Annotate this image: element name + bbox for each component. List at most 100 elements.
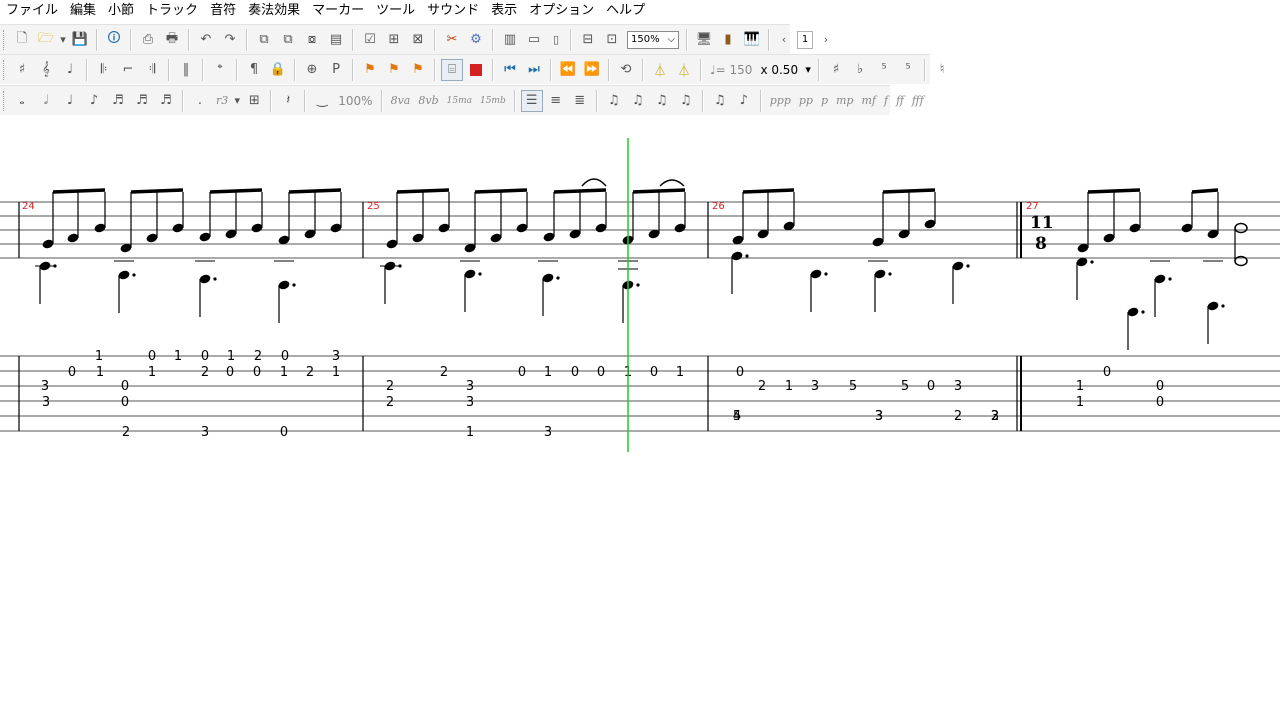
tab-number[interactable]: 3 bbox=[991, 409, 999, 424]
octave-15ma-button[interactable]: 15ma bbox=[444, 90, 475, 112]
tab-number[interactable]: 0 bbox=[280, 425, 288, 440]
fit-width-icon[interactable]: ⊡ bbox=[601, 29, 623, 51]
tab-number[interactable]: 0 bbox=[1156, 379, 1164, 394]
tab-number[interactable]: 1 bbox=[466, 425, 474, 440]
menu-sound[interactable]: サウンド bbox=[421, 0, 485, 22]
tab-number[interactable]: 1 bbox=[676, 365, 684, 380]
sixteenth-note-icon[interactable]: ♬ bbox=[107, 90, 129, 112]
direction-coda-icon[interactable]: 𝄌 bbox=[209, 59, 231, 81]
fretboard-icon[interactable]: ▮ bbox=[717, 29, 739, 51]
tab-number[interactable]: 5 bbox=[901, 379, 909, 394]
score-view[interactable]: 24 25 26 27 11 8 01012010013023101201201… bbox=[0, 116, 1280, 720]
triplet-select[interactable]: r3 bbox=[213, 90, 231, 112]
split-beam-icon[interactable]: ♫ bbox=[651, 90, 673, 112]
fast-forward-icon[interactable]: ⏩ bbox=[581, 59, 603, 81]
semitone-down-icon[interactable]: ⁵ bbox=[897, 59, 919, 81]
tab-number[interactable]: 3 bbox=[332, 349, 340, 364]
velocity-percent[interactable]: 100% bbox=[335, 90, 375, 112]
tab-number[interactable]: 2 bbox=[122, 425, 130, 440]
loop-icon[interactable]: ⟲ bbox=[615, 59, 637, 81]
tuplet-icon[interactable]: ⊞ bbox=[243, 90, 265, 112]
tab-number[interactable]: 0 bbox=[281, 349, 289, 364]
go-to-end-icon[interactable]: ⏭ bbox=[523, 59, 545, 81]
paste-bar-icon[interactable]: ⧇ bbox=[301, 29, 323, 51]
tab-number[interactable]: 1 bbox=[1076, 379, 1084, 394]
tab-number[interactable]: 0 bbox=[597, 365, 605, 380]
tab-number[interactable]: 1 bbox=[227, 349, 235, 364]
join-beam-icon[interactable]: ♫ bbox=[627, 90, 649, 112]
time-signature-icon[interactable]: ♩ bbox=[59, 59, 81, 81]
stop-icon[interactable] bbox=[465, 59, 487, 81]
beam-auto-icon[interactable]: ☰ bbox=[520, 89, 543, 112]
go-to-start-icon[interactable]: ⏮ bbox=[499, 59, 521, 81]
menu-note[interactable]: 音符 bbox=[204, 0, 242, 22]
flag-yellow-icon[interactable]: ⚑ bbox=[407, 59, 429, 81]
menu-tools[interactable]: ツール bbox=[370, 0, 421, 22]
tab-number[interactable]: 0 bbox=[253, 365, 261, 380]
stem-flip-icon[interactable]: ♪ bbox=[733, 90, 755, 112]
fit-page-icon[interactable]: ⊟ bbox=[577, 29, 599, 51]
undo-icon[interactable]: ↶ bbox=[195, 29, 217, 51]
add-marker-icon[interactable]: ⊕ bbox=[301, 59, 323, 81]
transpose-up-icon[interactable]: ♯ bbox=[825, 59, 847, 81]
auto-beam-icon[interactable]: ♫ bbox=[603, 90, 625, 112]
measure-number[interactable]: 26 bbox=[712, 201, 725, 212]
flag-orange-icon[interactable]: ⚑ bbox=[383, 59, 405, 81]
octave-8va-button[interactable]: 8va bbox=[388, 90, 414, 112]
tab-number[interactable]: 3 bbox=[42, 395, 50, 410]
next-page-icon[interactable]: › bbox=[817, 29, 835, 51]
semitone-up-icon[interactable]: ⁵ bbox=[873, 59, 895, 81]
print-preview-icon[interactable]: ⎙ bbox=[137, 29, 159, 51]
menu-options[interactable]: オプション bbox=[523, 0, 600, 22]
tab-number[interactable]: 0 bbox=[650, 365, 658, 380]
tab-number[interactable]: 1 bbox=[148, 365, 156, 380]
clef-icon[interactable]: 𝄞 bbox=[35, 59, 57, 81]
tab-number[interactable]: 5 bbox=[849, 379, 857, 394]
eighth-note-icon[interactable]: ♪ bbox=[83, 90, 105, 112]
rest-icon[interactable]: 𝄽 bbox=[277, 90, 299, 112]
paragraph-icon[interactable]: ¶ bbox=[243, 59, 265, 81]
tempo-display[interactable]: ♩= 150 bbox=[706, 63, 756, 77]
tab-number[interactable]: 0 bbox=[927, 379, 935, 394]
page-view-icon[interactable]: ▥ bbox=[499, 29, 521, 51]
dynamic-ppp-button[interactable]: ppp bbox=[767, 90, 794, 112]
repeat-close-icon[interactable]: 𝄇 bbox=[141, 59, 163, 81]
tab-number[interactable]: 0 bbox=[121, 379, 129, 394]
toolbar-grip[interactable] bbox=[3, 59, 7, 80]
menu-effects[interactable]: 奏法効果 bbox=[242, 0, 306, 22]
page-number-box[interactable]: 1 bbox=[797, 30, 813, 49]
score-canvas[interactable]: 24 25 26 27 11 8 01012010013023101201201… bbox=[0, 116, 1280, 720]
metronome-icon[interactable]: ⏃ bbox=[649, 59, 671, 81]
screen-view-icon[interactable]: ▭ bbox=[523, 29, 545, 51]
cut-bar-icon[interactable]: ⧉ bbox=[253, 29, 275, 51]
file-info-icon[interactable]: 🛈 bbox=[103, 29, 125, 51]
marker-list-icon[interactable]: P bbox=[325, 59, 347, 81]
loop-playback-icon[interactable]: ⌸ bbox=[441, 58, 463, 81]
time-signature-denominator[interactable]: 8 bbox=[1035, 234, 1047, 254]
repeat-open-icon[interactable]: 𝄆 bbox=[93, 59, 115, 81]
menu-edit[interactable]: 編集 bbox=[64, 0, 102, 22]
tab-number[interactable]: 1 bbox=[1076, 395, 1084, 410]
open-dropdown-icon[interactable]: ▾ bbox=[59, 29, 67, 51]
tab-number[interactable]: 2 bbox=[386, 379, 394, 394]
speed-select[interactable]: x 0.50 bbox=[756, 63, 802, 77]
tab-number[interactable]: 0 bbox=[571, 365, 579, 380]
copy-bar-icon[interactable]: ⧉ bbox=[277, 29, 299, 51]
alternate-ending-icon[interactable]: ⌐ bbox=[117, 59, 139, 81]
tab-number[interactable]: 2 bbox=[440, 365, 448, 380]
tab-number[interactable]: 0 bbox=[201, 349, 209, 364]
settings-gear-icon[interactable]: ⚙ bbox=[465, 29, 487, 51]
speed-dropdown-icon[interactable]: ▾ bbox=[803, 59, 813, 81]
tab-number[interactable]: 3 bbox=[875, 409, 883, 424]
sixty-fourth-note-icon[interactable]: ♬ bbox=[155, 90, 177, 112]
mixer-icon[interactable]: 🖥 bbox=[693, 29, 715, 51]
insert-bar-icon[interactable]: ⊞ bbox=[383, 29, 405, 51]
tab-number[interactable]: 3 bbox=[954, 379, 962, 394]
tab-number[interactable]: 1 bbox=[544, 365, 552, 380]
beam-over-bar-icon[interactable]: ♫ bbox=[675, 90, 697, 112]
tab-number[interactable]: 1 bbox=[332, 365, 340, 380]
key-signature-icon[interactable]: ♯ bbox=[11, 59, 33, 81]
transpose-down-icon[interactable]: ♭ bbox=[849, 59, 871, 81]
menu-help[interactable]: ヘルプ bbox=[600, 0, 651, 22]
toolbar-grip[interactable] bbox=[3, 29, 7, 50]
